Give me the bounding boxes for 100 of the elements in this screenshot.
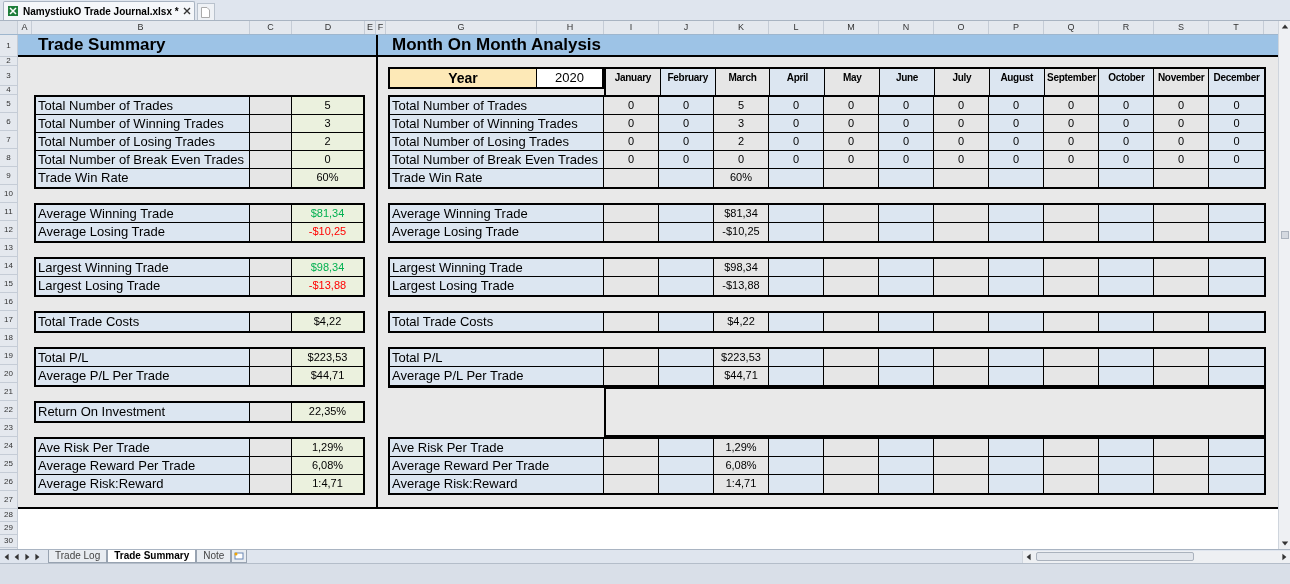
table-cell: 0 (989, 133, 1044, 150)
row-header[interactable]: 14 (0, 257, 17, 275)
insert-sheet-button[interactable] (231, 550, 248, 563)
file-tab[interactable]: NamystiukO Trade Journal.xlsx * (3, 1, 195, 20)
row-header[interactable]: 10 (0, 185, 17, 203)
column-header[interactable]: A (18, 21, 32, 34)
scroll-thumb[interactable] (1280, 231, 1289, 239)
next-sheet-icon[interactable] (23, 552, 31, 561)
column-header[interactable]: Q (1044, 21, 1099, 34)
table-cell (1209, 259, 1264, 276)
sheet-tab[interactable]: Trade Log (48, 550, 108, 563)
column-header[interactable]: F (376, 21, 386, 34)
row-header[interactable]: 11 (0, 203, 17, 221)
scroll-up-icon[interactable] (1280, 23, 1289, 31)
row-header[interactable]: 17 (0, 311, 17, 329)
row-header[interactable]: 12 (0, 221, 17, 239)
row-header[interactable]: 13 (0, 239, 17, 257)
row-header[interactable]: 7 (0, 131, 17, 149)
column-header[interactable]: P (989, 21, 1044, 34)
column-header[interactable]: D (292, 21, 365, 34)
table-cell: Average Reward Per Trade (390, 457, 604, 474)
section-title: Month On Month Analysis (392, 35, 602, 57)
table-cell: Total Trade Costs (36, 313, 250, 331)
row-header[interactable]: 23 (0, 419, 17, 437)
row-header[interactable]: 19 (0, 347, 17, 365)
column-header[interactable]: K (714, 21, 769, 34)
table-cell (1209, 205, 1264, 222)
table-cell: $44,71 (292, 367, 363, 385)
column-header[interactable]: T (1209, 21, 1264, 34)
row-header[interactable]: 26 (0, 473, 17, 491)
table-cell: Average Reward Per Trade (36, 457, 250, 474)
column-header[interactable]: C (250, 21, 292, 34)
row-header[interactable]: 6 (0, 113, 17, 131)
row-header[interactable]: 30 (0, 535, 17, 548)
horizontal-scrollbar[interactable] (1022, 550, 1290, 563)
table-cell: Trade Win Rate (390, 169, 604, 187)
column-header[interactable]: M (824, 21, 879, 34)
row-header[interactable]: 3 (0, 66, 17, 86)
file-name: NamystiukO Trade Journal.xlsx * (23, 4, 179, 19)
row-header[interactable]: 22 (0, 401, 17, 419)
row-header[interactable]: 24 (0, 437, 17, 455)
scroll-right-icon[interactable] (1280, 552, 1288, 561)
column-header[interactable]: L (769, 21, 824, 34)
vertical-scrollbar[interactable] (1278, 21, 1290, 549)
table-cell (1209, 277, 1264, 295)
table-cell: 0 (292, 151, 363, 168)
first-sheet-icon[interactable] (3, 552, 11, 561)
table-cell: 0 (1099, 133, 1154, 150)
row-header[interactable]: 25 (0, 455, 17, 473)
row-header[interactable]: 27 (0, 491, 17, 509)
table-cell (1209, 223, 1264, 241)
table-cell: 0 (769, 151, 824, 168)
table-cell: 0 (769, 115, 824, 132)
row-header[interactable]: 16 (0, 293, 17, 311)
row-header[interactable]: 21 (0, 383, 17, 401)
column-header[interactable]: J (659, 21, 714, 34)
scroll-down-icon[interactable] (1280, 539, 1289, 547)
column-header[interactable]: N (879, 21, 934, 34)
previous-sheet-icon[interactable] (13, 552, 21, 561)
table-cell: 0 (659, 97, 714, 114)
column-heading: August (989, 69, 1045, 95)
section-title: Trade Summary (38, 35, 166, 57)
column-header[interactable]: R (1099, 21, 1154, 34)
table-cell: 3 (292, 115, 363, 132)
scroll-thumb[interactable] (1036, 552, 1194, 561)
column-heading: April (770, 69, 826, 95)
row-header[interactable]: 9 (0, 167, 17, 185)
table-cell: Total Number of Winning Trades (36, 115, 250, 132)
column-heading: February (660, 69, 716, 95)
scroll-left-icon[interactable] (1025, 552, 1033, 561)
row-header[interactable]: 15 (0, 275, 17, 293)
table-cell: 0 (879, 151, 934, 168)
column-header[interactable]: O (934, 21, 989, 34)
row-header[interactable]: 29 (0, 522, 17, 535)
column-header[interactable]: H (537, 21, 604, 34)
row-header[interactable]: 20 (0, 365, 17, 383)
sheet-tab[interactable]: Trade Summary (107, 550, 197, 563)
column-header[interactable]: G (386, 21, 537, 34)
table-cell: 0 (1099, 151, 1154, 168)
row-header[interactable]: 5 (0, 95, 17, 113)
column-header[interactable]: S (1154, 21, 1209, 34)
column-header[interactable]: B (32, 21, 250, 34)
row-header[interactable]: 18 (0, 329, 17, 347)
row-header[interactable]: 1 (0, 35, 17, 57)
table-cell (1209, 169, 1264, 187)
table-cell (1209, 367, 1264, 385)
last-sheet-icon[interactable] (33, 552, 41, 561)
row-header[interactable]: 4 (0, 86, 17, 95)
table-cell: Ave Risk Per Trade (36, 439, 250, 456)
row-header[interactable]: 8 (0, 149, 17, 167)
row-header[interactable]: 28 (0, 509, 17, 522)
column-header[interactable]: E (365, 21, 376, 34)
row-header[interactable]: 2 (0, 57, 17, 66)
close-icon[interactable] (182, 7, 191, 15)
table-cell: 0 (879, 97, 934, 114)
column-header[interactable]: I (604, 21, 659, 34)
table-cell: $223,53 (292, 349, 363, 366)
table-cell: Average P/L Per Trade (390, 367, 604, 385)
sheet-tab[interactable]: Note (196, 550, 232, 563)
table-cell: 0 (1209, 151, 1264, 168)
